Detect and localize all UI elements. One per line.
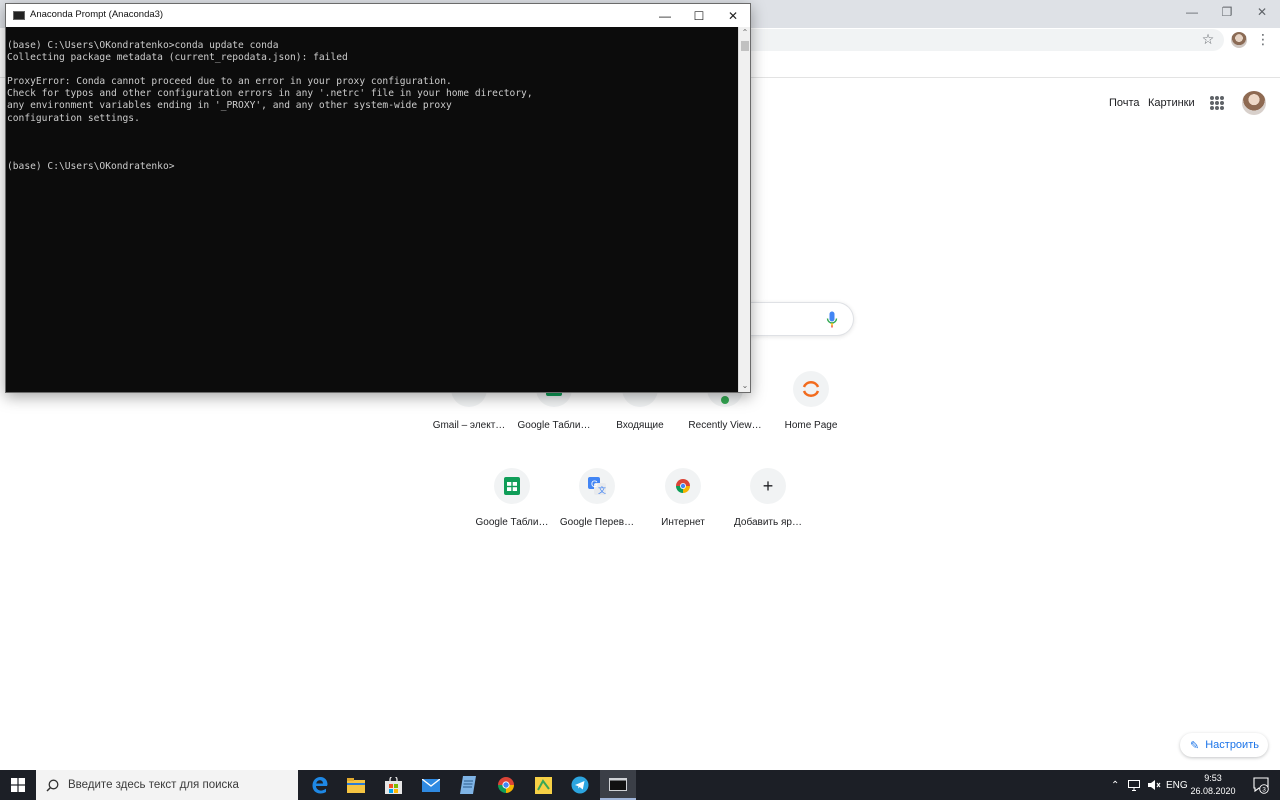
mail-icon[interactable] (413, 770, 449, 800)
search-icon (46, 779, 59, 792)
google-translate-icon: G文 (579, 468, 615, 504)
start-button[interactable] (0, 770, 36, 800)
file-explorer-icon[interactable] (338, 770, 374, 800)
edge-icon[interactable] (302, 770, 338, 800)
shortcut-tile[interactable]: G文 Google Перев… (552, 468, 642, 528)
scroll-down-arrow-icon[interactable]: ⌄ (739, 380, 751, 392)
address-bar[interactable] (744, 29, 1224, 51)
console-output[interactable]: (base) C:\Users\OKondratenko>conda updat… (7, 40, 733, 392)
pencil-icon: ✎ (1190, 739, 1200, 752)
chrome-icon (665, 468, 701, 504)
console-title-bar[interactable]: Anaconda Prompt (Anaconda3) — ☐ ✕ (6, 4, 750, 27)
console-line: ProxyError: Conda cannot proceed due to … (7, 76, 452, 88)
windows-taskbar: Введите здесь текст для поиска ⌃ ENG 9:5… (0, 770, 1280, 800)
network-icon[interactable] (1128, 770, 1142, 800)
svg-text:文: 文 (598, 485, 606, 495)
windows-logo-icon (11, 778, 25, 792)
console-maximize-button[interactable]: ☐ (682, 4, 716, 27)
shortcut-tile[interactable]: Интернет (638, 468, 728, 528)
console-window[interactable]: Anaconda Prompt (Anaconda3) — ☐ ✕ (base)… (5, 3, 751, 393)
console-scrollbar[interactable]: ⌃ ⌄ (738, 27, 750, 392)
store-icon[interactable] (375, 770, 411, 800)
shortcut-label: Gmail – элект… (432, 420, 506, 431)
taskbar-search-box[interactable]: Введите здесь текст для поиска (36, 770, 298, 800)
console-close-button[interactable]: ✕ (716, 4, 750, 27)
chrome-icon[interactable] (488, 770, 524, 800)
desktop-screen: — ❐ ✕ ☆ ⋮ Почта Картинки Gmail – элект… (0, 0, 1280, 800)
gmail-link[interactable]: Почта (1109, 97, 1140, 109)
svg-text:G: G (591, 479, 598, 489)
telegram-icon[interactable] (562, 770, 598, 800)
shortcut-label: Интернет (661, 517, 705, 528)
profile-avatar[interactable] (1231, 32, 1247, 48)
search-placeholder: Введите здесь текст для поиска (68, 779, 239, 791)
shortcut-label: Google Табли… (475, 517, 549, 528)
volume-icon[interactable] (1147, 770, 1161, 800)
console-line: any environment variables ending in '_PR… (7, 100, 452, 112)
console-line: (base) C:\Users\OKondratenko>conda updat… (7, 40, 279, 51)
chrome-minimize-button[interactable]: — (1174, 0, 1210, 24)
google-sheets-icon (494, 468, 530, 504)
shortcut-label: Google Перев… (559, 517, 635, 528)
console-app-icon (13, 11, 25, 20)
taskbar-clock[interactable]: 9:53 26.08.2020 (1188, 772, 1238, 798)
console-icon[interactable] (600, 770, 636, 800)
notification-center-icon[interactable]: 3 (1253, 776, 1269, 794)
customize-button[interactable]: ✎ Настроить (1180, 733, 1268, 757)
google-apps-icon[interactable] (1210, 96, 1224, 110)
plus-icon: + (750, 468, 786, 504)
shortcut-tile[interactable]: + Добавить яр… (723, 468, 813, 528)
shortcut-label: Входящие (616, 420, 664, 431)
scroll-up-arrow-icon[interactable]: ⌃ (739, 27, 751, 39)
console-line: Collecting package metadata (current_rep… (7, 52, 348, 64)
chrome-close-button[interactable]: ✕ (1244, 0, 1280, 24)
shortcut-label: Добавить яр… (734, 517, 802, 528)
console-minimize-button[interactable]: — (648, 4, 682, 27)
clock-date: 26.08.2020 (1190, 786, 1236, 796)
voice-search-icon[interactable] (826, 311, 838, 328)
sticky-app-icon[interactable] (525, 770, 561, 800)
console-line: (base) C:\Users\OKondratenko> (7, 160, 175, 172)
language-indicator[interactable]: ENG (1166, 770, 1188, 800)
shortcut-tile[interactable]: Home Page (766, 371, 856, 431)
notification-count: 3 (1262, 786, 1266, 793)
orange-ring-icon (793, 371, 829, 407)
shortcut-tile[interactable]: Google Табли… (467, 468, 557, 528)
show-hidden-icons-chevron-icon[interactable]: ⌃ (1111, 770, 1119, 800)
console-line: configuration settings. (7, 112, 140, 124)
shortcut-label: Recently View… (688, 420, 762, 431)
shortcut-label: Home Page (784, 420, 838, 431)
notepad-icon[interactable] (450, 770, 486, 800)
customize-label: Настроить (1205, 739, 1259, 751)
scrollbar-thumb[interactable] (741, 41, 749, 51)
clock-time: 9:53 (1204, 773, 1222, 783)
images-link[interactable]: Картинки (1148, 97, 1195, 109)
chrome-restore-button[interactable]: ❐ (1209, 0, 1245, 24)
console-line: Check for typos and other configuration … (7, 88, 533, 100)
shortcut-label: Google Табли… (517, 420, 591, 431)
console-title: Anaconda Prompt (Anaconda3) (30, 9, 164, 20)
google-account-avatar[interactable] (1242, 91, 1266, 115)
chrome-menu-icon[interactable]: ⋮ (1256, 31, 1270, 47)
bookmark-star-icon[interactable]: ☆ (1200, 31, 1216, 47)
